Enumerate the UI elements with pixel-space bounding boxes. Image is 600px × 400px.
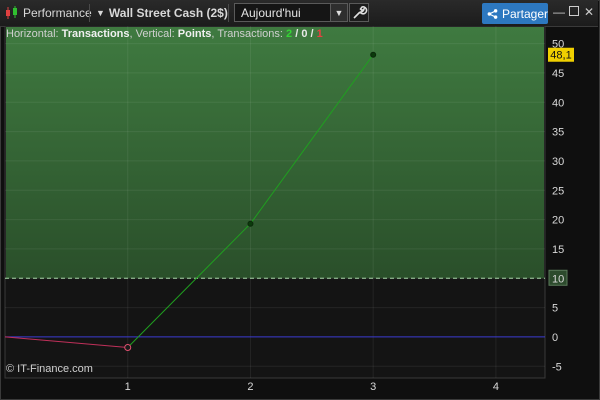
- instrument-selector[interactable]: ▼ Wall Street Cash (2$): [96, 0, 228, 26]
- period-select[interactable]: Aujourd'hui ▼: [234, 3, 348, 22]
- instrument-label: Wall Street Cash (2$): [108, 6, 228, 20]
- y-tick-label: 35: [552, 127, 564, 139]
- maximize-button[interactable]: [567, 5, 581, 19]
- x-tick-label: 3: [370, 381, 376, 393]
- toolbar: Performance ▼ Wall Street Cash (2$) Aujo…: [0, 0, 598, 27]
- y-tick-label: 40: [552, 97, 564, 109]
- y-tick-label: 20: [552, 215, 564, 227]
- y-tick-label: 45: [552, 68, 564, 80]
- x-tick-label: 2: [247, 381, 253, 393]
- y-tick-label: 5: [552, 303, 558, 315]
- share-icon: [487, 8, 498, 19]
- maximize-icon: [569, 6, 579, 16]
- y-tick-label: 25: [552, 185, 564, 197]
- y-tick-label: 30: [552, 156, 564, 168]
- x-tick-label: 4: [493, 381, 499, 393]
- data-point: [247, 220, 254, 227]
- toolbar-divider: [89, 4, 90, 22]
- chevron-down-icon: ▼: [96, 8, 105, 18]
- data-point: [370, 51, 377, 58]
- candlestick-icon: [4, 0, 20, 26]
- y-tick-label: -5: [552, 361, 562, 373]
- minimize-icon: —: [553, 5, 565, 19]
- chart-header: Horizontal: Transactions, Vertical: Poin…: [6, 28, 323, 40]
- header-vertical-value: Points: [177, 28, 212, 40]
- header-horizontal-prefix: Horizontal:: [6, 28, 62, 40]
- settings-button[interactable]: [349, 3, 369, 22]
- y-tick-label: 10: [552, 273, 564, 285]
- share-label: Partager: [501, 6, 548, 21]
- losers-count: 1: [316, 28, 323, 40]
- header-transactions-prefix: , Transactions:: [211, 28, 287, 40]
- close-icon: ✕: [583, 5, 595, 19]
- share-button[interactable]: Partager: [482, 3, 548, 24]
- copyright-text: © IT-Finance.com: [6, 363, 93, 375]
- header-vertical-prefix: , Vertical:: [129, 28, 178, 40]
- wrench-icon: [353, 6, 368, 19]
- app-label: Performance: [23, 6, 92, 20]
- period-select-value: Aujourd'hui: [241, 5, 301, 20]
- close-button[interactable]: ✕: [582, 5, 596, 19]
- header-horizontal-value: Transactions: [61, 28, 130, 40]
- y-tick-label: 15: [552, 244, 564, 256]
- minimize-button[interactable]: —: [552, 5, 566, 19]
- data-point: [124, 343, 132, 351]
- header-slash: /: [307, 28, 317, 40]
- last-value-label: 48,1: [550, 50, 571, 62]
- x-tick-label: 1: [125, 381, 131, 393]
- chevron-down-icon: ▼: [330, 4, 347, 21]
- y-tick-label: 0: [552, 332, 558, 344]
- positive-zone: [6, 27, 544, 279]
- performance-chart[interactable]: -5051015202530354045501 2 3 448,1: [0, 26, 600, 400]
- header-slash: /: [292, 28, 302, 40]
- toolbar-divider: [228, 4, 229, 22]
